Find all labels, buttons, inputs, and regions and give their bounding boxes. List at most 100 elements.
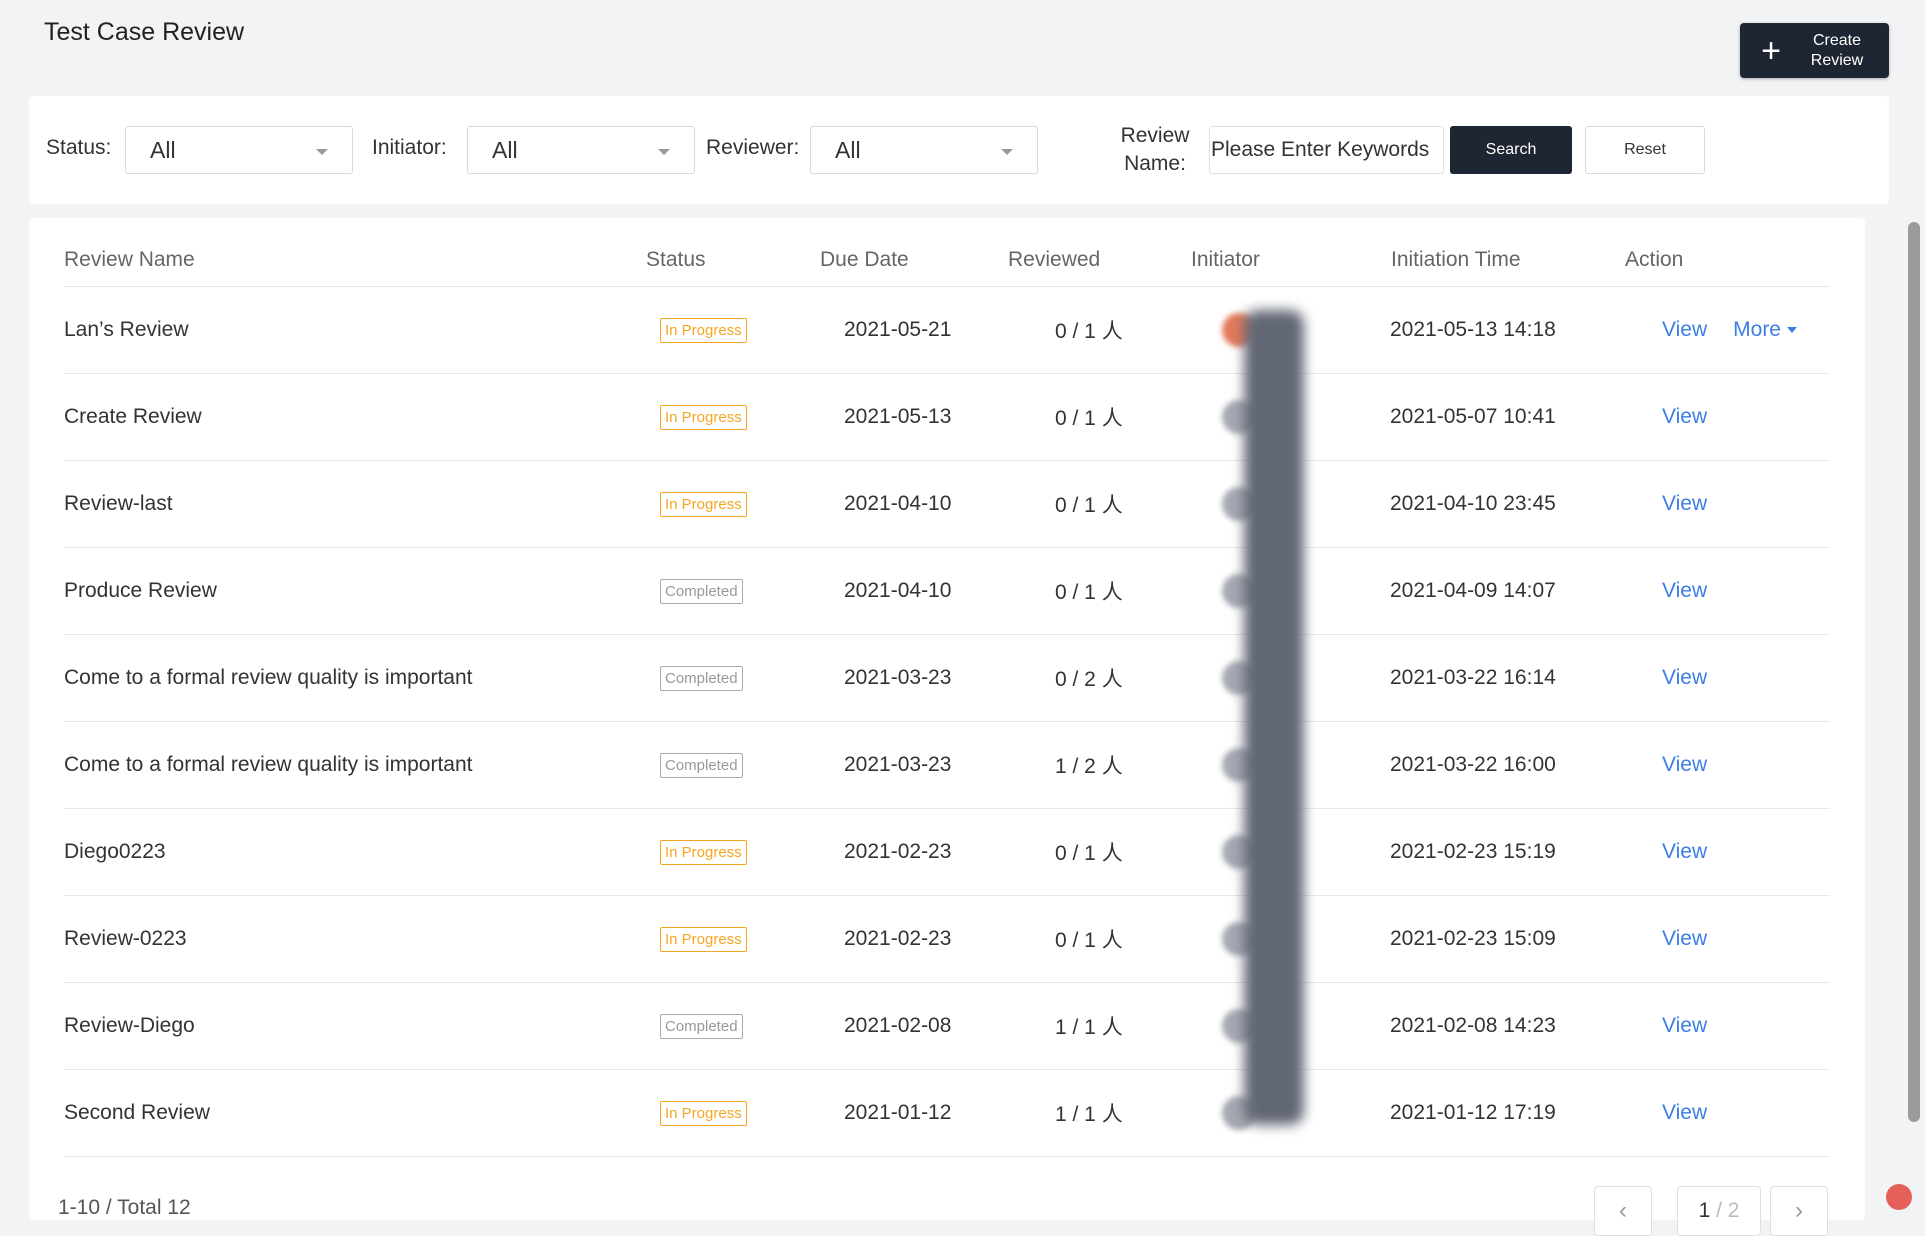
col-header-reviewed: Reviewed xyxy=(1008,248,1101,271)
table-row: Come to a formal review quality is impor… xyxy=(64,635,1830,722)
view-link[interactable]: View xyxy=(1662,753,1707,777)
search-button[interactable]: Search xyxy=(1450,126,1572,174)
vertical-scrollbar[interactable] xyxy=(1908,222,1920,1122)
pagination-total: 1-10 / Total 12 xyxy=(58,1196,191,1219)
initiation-time: 2021-04-10 23:45 xyxy=(1390,492,1556,515)
col-header-initiator: Initiator xyxy=(1191,248,1260,271)
reviewer-select-value: All xyxy=(835,137,861,163)
review-name: Produce Review xyxy=(64,579,217,602)
table-row: Second Review In Progress 2021-01-12 1 / 1 … xyxy=(64,1070,1830,1157)
reset-button[interactable]: Reset xyxy=(1585,126,1705,174)
filter-panel: Status: All Initiator: All Reviewer: All… xyxy=(29,96,1889,204)
reviewed-count: 0 / 1 人 xyxy=(1055,407,1123,430)
view-link[interactable]: View xyxy=(1662,1014,1707,1038)
initiation-time: 2021-02-23 15:09 xyxy=(1390,927,1556,950)
reviewed-count: 1 / 2 人 xyxy=(1055,755,1123,778)
review-name: Review-Diego xyxy=(64,1014,195,1037)
table-row: Review-last In Progress 2021-04-10 0 / 1 人 2… xyxy=(64,461,1830,548)
initiator-filter-label: Initiator: xyxy=(372,136,447,159)
create-review-button[interactable]: + Create Review xyxy=(1740,23,1889,78)
due-date: 2021-04-10 xyxy=(844,492,952,515)
view-link[interactable]: View xyxy=(1662,579,1707,603)
table-row: Lan’s Review In Progress 2021-05-21 0 / 1 人… xyxy=(64,287,1830,374)
create-label-line2: Review xyxy=(1810,51,1864,69)
plus-icon: + xyxy=(1761,31,1781,70)
status-badge: In Progress xyxy=(660,839,747,865)
current-page: 1 xyxy=(1698,1199,1711,1222)
more-label: More xyxy=(1733,318,1781,341)
col-header-due-date: Due Date xyxy=(820,248,909,271)
review-name-label-line1: Review xyxy=(1120,124,1190,147)
chevron-right-icon: › xyxy=(1795,1197,1803,1224)
review-name: Diego0223 xyxy=(64,840,166,863)
review-name: Review-last xyxy=(64,492,173,515)
review-name: Come to a formal review quality is impor… xyxy=(64,753,473,776)
view-link[interactable]: View xyxy=(1662,405,1707,429)
prev-page-button[interactable]: ‹ xyxy=(1594,1186,1652,1236)
reviewed-count: 0 / 1 人 xyxy=(1055,494,1123,517)
due-date: 2021-04-10 xyxy=(844,579,952,602)
view-link[interactable]: View xyxy=(1662,492,1707,516)
initiation-time: 2021-03-22 16:14 xyxy=(1390,666,1556,689)
total-pages: / 2 xyxy=(1710,1199,1740,1222)
chevron-down-icon xyxy=(1001,149,1013,155)
redacted-initiator-names xyxy=(1244,310,1304,1125)
review-name-label-line2: Name: xyxy=(1124,152,1186,175)
initiator-select[interactable]: All xyxy=(467,126,695,174)
reviewed-count: 0 / 1 人 xyxy=(1055,842,1123,865)
keyword-search-input[interactable] xyxy=(1209,126,1444,174)
status-badge: Completed xyxy=(660,665,743,691)
due-date: 2021-03-23 xyxy=(844,753,952,776)
review-name: Create Review xyxy=(64,405,202,428)
due-date: 2021-02-23 xyxy=(844,840,952,863)
page-title: Test Case Review xyxy=(44,18,245,46)
reviewed-count: 1 / 1 人 xyxy=(1055,1016,1123,1039)
col-header-status: Status xyxy=(646,248,706,271)
reviewed-count: 1 / 1 人 xyxy=(1055,1103,1123,1126)
status-badge: Completed xyxy=(660,752,743,778)
review-name: Review-0223 xyxy=(64,927,187,950)
status-select[interactable]: All xyxy=(125,126,353,174)
status-badge: In Progress xyxy=(660,1100,747,1126)
table-row: Review-Diego Completed 2021-02-08 1 / 1 人 20… xyxy=(64,983,1830,1070)
initiation-time: 2021-05-07 10:41 xyxy=(1390,405,1556,428)
initiator-select-value: All xyxy=(492,137,518,163)
chevron-down-icon xyxy=(316,149,328,155)
due-date: 2021-05-13 xyxy=(844,405,952,428)
view-link[interactable]: View xyxy=(1662,840,1707,864)
next-page-button[interactable]: › xyxy=(1770,1186,1828,1236)
due-date: 2021-02-23 xyxy=(844,927,952,950)
review-name: Lan’s Review xyxy=(64,318,189,341)
status-filter-label: Status: xyxy=(46,136,112,159)
due-date: 2021-05-21 xyxy=(844,318,952,341)
view-link[interactable]: View xyxy=(1662,318,1707,342)
view-link[interactable]: View xyxy=(1662,666,1707,690)
view-link[interactable]: View xyxy=(1662,927,1707,951)
status-badge: In Progress xyxy=(660,317,747,343)
initiation-time: 2021-03-22 16:00 xyxy=(1390,753,1556,776)
status-badge: In Progress xyxy=(660,926,747,952)
reviewer-select[interactable]: All xyxy=(810,126,1038,174)
reviewed-count: 0 / 1 人 xyxy=(1055,581,1123,604)
chevron-left-icon: ‹ xyxy=(1619,1197,1627,1224)
more-dropdown[interactable]: More xyxy=(1733,318,1797,342)
status-badge: In Progress xyxy=(660,491,747,517)
col-header-review-name: Review Name xyxy=(64,248,195,271)
table-row: Review-0223 In Progress 2021-02-23 0 / 1 人 2… xyxy=(64,896,1830,983)
initiation-time: 2021-01-12 17:19 xyxy=(1390,1101,1556,1124)
page-indicator[interactable]: 1 / 2 xyxy=(1677,1186,1761,1236)
review-name-filter-label: Review Name: xyxy=(1090,122,1220,178)
initiation-time: 2021-05-13 14:18 xyxy=(1390,318,1556,341)
view-link[interactable]: View xyxy=(1662,1101,1707,1125)
review-name: Come to a formal review quality is impor… xyxy=(64,666,473,689)
status-badge: In Progress xyxy=(660,404,747,430)
caret-down-icon xyxy=(1787,327,1797,334)
review-table: Review Name Status Due Date Reviewed Ini… xyxy=(29,218,1865,1220)
table-row: Diego0223 In Progress 2021-02-23 0 / 1 人 202… xyxy=(64,809,1830,896)
status-select-value: All xyxy=(150,137,176,163)
initiation-time: 2021-02-23 15:19 xyxy=(1390,840,1556,863)
create-label-line1: Create xyxy=(1812,31,1862,49)
status-badge: Completed xyxy=(660,1013,743,1039)
notification-dot[interactable] xyxy=(1886,1184,1912,1210)
table-row: Come to a formal review quality is impor… xyxy=(64,722,1830,809)
